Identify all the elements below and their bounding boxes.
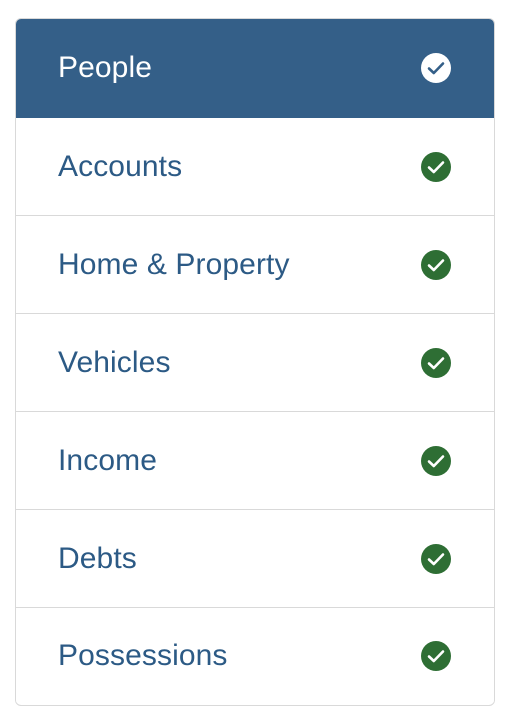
nav-item-home-property[interactable]: Home & Property: [16, 216, 494, 314]
nav-item-accounts[interactable]: Accounts: [16, 118, 494, 216]
nav-item-people[interactable]: People: [16, 19, 494, 118]
check-circle-icon: [421, 445, 451, 476]
nav-item-label: Debts: [58, 541, 137, 575]
check-circle-icon: [421, 249, 451, 280]
check-circle-icon: [421, 543, 451, 574]
section-nav-list: People Accounts Home & Property Vehicles…: [15, 18, 495, 706]
nav-item-possessions[interactable]: Possessions: [16, 608, 494, 703]
nav-item-label: Home & Property: [58, 247, 290, 281]
nav-item-label: Accounts: [58, 149, 183, 183]
nav-item-debts[interactable]: Debts: [16, 510, 494, 608]
nav-item-label: Possessions: [58, 638, 228, 672]
nav-item-label: Vehicles: [58, 345, 171, 379]
check-circle-icon: [421, 151, 451, 182]
nav-item-label: People: [58, 51, 153, 84]
check-circle-icon: [421, 53, 451, 83]
check-circle-icon: [421, 640, 451, 671]
nav-item-label: Income: [58, 443, 157, 477]
check-circle-icon: [421, 347, 451, 378]
nav-item-vehicles[interactable]: Vehicles: [16, 314, 494, 412]
nav-item-income[interactable]: Income: [16, 412, 494, 510]
